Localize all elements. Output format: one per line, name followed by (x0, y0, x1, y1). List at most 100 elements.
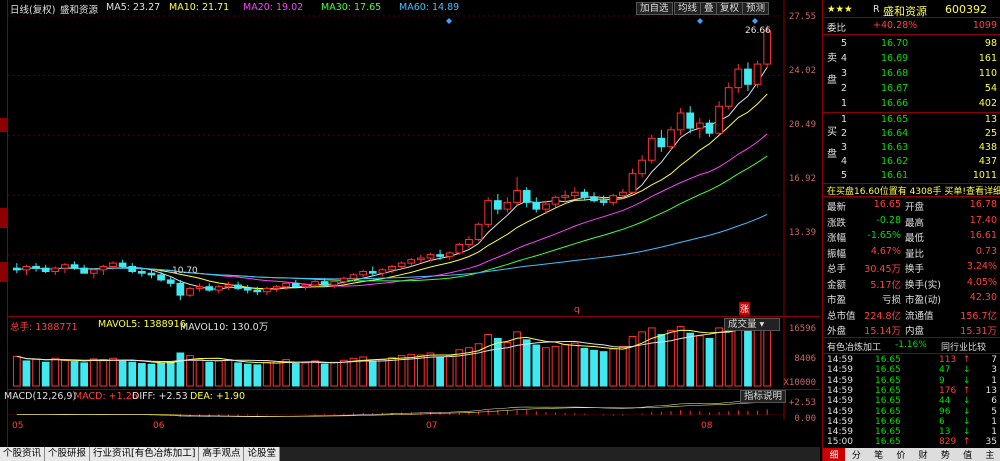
stat-value: 16.78 (969, 199, 997, 210)
stat-value: 4.05% (966, 276, 997, 288)
quote-tab-6[interactable]: 值 (957, 448, 979, 461)
candle-body (734, 68, 743, 89)
buy-volume: 438 (978, 142, 997, 153)
stat-label: 开盘 (905, 202, 925, 213)
candle-body (80, 267, 89, 274)
candle-body (715, 105, 723, 134)
sell-level: 4 (841, 53, 848, 64)
volume-tick-2: 8406 (794, 354, 816, 364)
candle-body (128, 265, 137, 273)
sell-volume: 161 (978, 53, 997, 64)
candle-body (667, 129, 675, 148)
tick-row: 14:59 16.65 13 ↓ 1 (823, 427, 1000, 437)
mavol10-label: MAVOL10: 130.0万 (180, 322, 269, 333)
stat-value: 4.67% (870, 245, 901, 257)
divider (823, 353, 1000, 354)
buy-level: 2 (841, 128, 848, 139)
quote-stock-code: 600392 (945, 3, 987, 16)
tick-row: 14:59 16.65 9 ↓ 1 (823, 376, 1000, 386)
volume-bar (503, 341, 512, 387)
stat-row: 总市值 224.8亿 流通值 156.7亿 (823, 307, 1000, 322)
ma-button[interactable]: 均线 (674, 2, 702, 15)
buy-row-1[interactable]: 1 16.65 13 (823, 113, 1000, 128)
candle-body (542, 203, 550, 210)
sell-row-3[interactable]: 3 16.68 110 (823, 67, 1000, 82)
news-tab-3[interactable]: 高手观点 (199, 447, 245, 461)
candle-body (647, 137, 656, 161)
news-tab-2[interactable]: 行业资讯[有色冶炼加工] (90, 447, 200, 461)
sell-row-1[interactable]: 1 16.66 402 (823, 97, 1000, 112)
quote-tab-1[interactable]: 分 (845, 448, 867, 461)
stat-label: 换手 (905, 264, 925, 275)
buy-volume: 437 (978, 156, 997, 167)
price-tick-3: 20.49 (788, 120, 816, 130)
sell-row-2[interactable]: 2 16.67 54 (823, 82, 1000, 97)
sell-level: 5 (841, 38, 848, 49)
quote-tab-2[interactable]: 笔 (868, 448, 890, 461)
quote-tab-7[interactable]: 主 (979, 448, 1000, 461)
candle-body (205, 286, 214, 291)
stat-value: 3.24% (966, 261, 997, 272)
indicator-help-button[interactable]: 指标说明 (740, 390, 787, 403)
add-watchlist-button[interactable]: 加自选 (636, 2, 673, 15)
industry-name[interactable]: 有色冶炼加工 (827, 340, 881, 353)
volume-bar (570, 342, 579, 387)
kline-chart-area[interactable]: 日线(复权) 盛和资源 MA5: 23.27 MA10: 21.71 MA20:… (4, 0, 820, 461)
candle-body (638, 159, 646, 175)
stat-value: 5.17亿 (870, 279, 901, 291)
news-tab-1[interactable]: 个股研报 (45, 447, 91, 461)
candle-body (214, 286, 223, 291)
quote-tab-0[interactable]: 细 (823, 448, 846, 461)
stat-label: 涨幅 (827, 233, 847, 244)
volume-bar (282, 359, 291, 387)
weibi-diff: 1099 (972, 20, 997, 31)
buy-row-5[interactable]: 5 16.61 1011 (823, 169, 1000, 184)
volume-bar (176, 352, 185, 387)
volume-selector[interactable]: 成交量 ▾ (724, 318, 780, 331)
stock-name-label: 盛和资源 (60, 5, 99, 16)
candle-body (744, 68, 752, 85)
edge-marker-mid (0, 208, 7, 228)
tick-price: 16.65 (875, 396, 901, 407)
volume-bar (320, 363, 329, 387)
stat-row: 涨跌 -0.28 最高 17.40 (823, 214, 1000, 229)
candle-body (474, 223, 483, 240)
buy-row-4[interactable]: 4 16.62 437 (823, 155, 1000, 170)
rights-button[interactable]: 复权 (716, 2, 744, 15)
overlay-button[interactable]: 叠 (700, 2, 718, 15)
volume-bar (311, 360, 319, 387)
candle-body (436, 254, 444, 257)
candle-body (118, 262, 127, 267)
forecast-button[interactable]: 预测 (742, 2, 770, 15)
news-tab-4[interactable]: 论股堂 (244, 447, 280, 461)
buy-volume: 1011 (972, 170, 997, 181)
tick-volume: 13 (939, 427, 951, 438)
quote-tab-5[interactable]: 势 (934, 448, 956, 461)
volume-bar (368, 360, 377, 387)
sell-row-4[interactable]: 4 16.69 161 (823, 52, 1000, 67)
candle-body (522, 190, 531, 203)
buy-row-2[interactable]: 2 16.64 25 (823, 127, 1000, 142)
volume-bar (753, 326, 762, 387)
arrow-down-icon: ↓ (963, 416, 971, 427)
macd-params-label: MACD(12,26,9) (4, 391, 77, 402)
volume-bar (224, 359, 233, 387)
stat-value: -0.28 (876, 214, 901, 226)
industry-compare-link[interactable]: 同行业比较 (941, 340, 986, 353)
sell-row-5[interactable]: 5 16.70 98 (823, 37, 1000, 52)
price-chart[interactable] (8, 0, 820, 316)
quote-tab-4[interactable]: 财 (912, 448, 934, 461)
month-label-05: 05 (12, 421, 24, 431)
candle-body (291, 282, 300, 288)
tick-price: 16.65 (875, 437, 901, 448)
q-marker: q (574, 305, 580, 315)
quote-tab-3[interactable]: 价 (890, 448, 912, 461)
buy-row-3[interactable]: 3 16.63 438 (823, 141, 1000, 156)
volume-bar (609, 348, 618, 387)
divider (823, 17, 1000, 18)
candle-body (320, 281, 329, 286)
edge-marker-low (0, 262, 7, 282)
rating-stars: ★★★ (827, 4, 853, 15)
volume-bar (99, 359, 108, 387)
news-tab-0[interactable]: 个股资讯 (0, 447, 46, 461)
